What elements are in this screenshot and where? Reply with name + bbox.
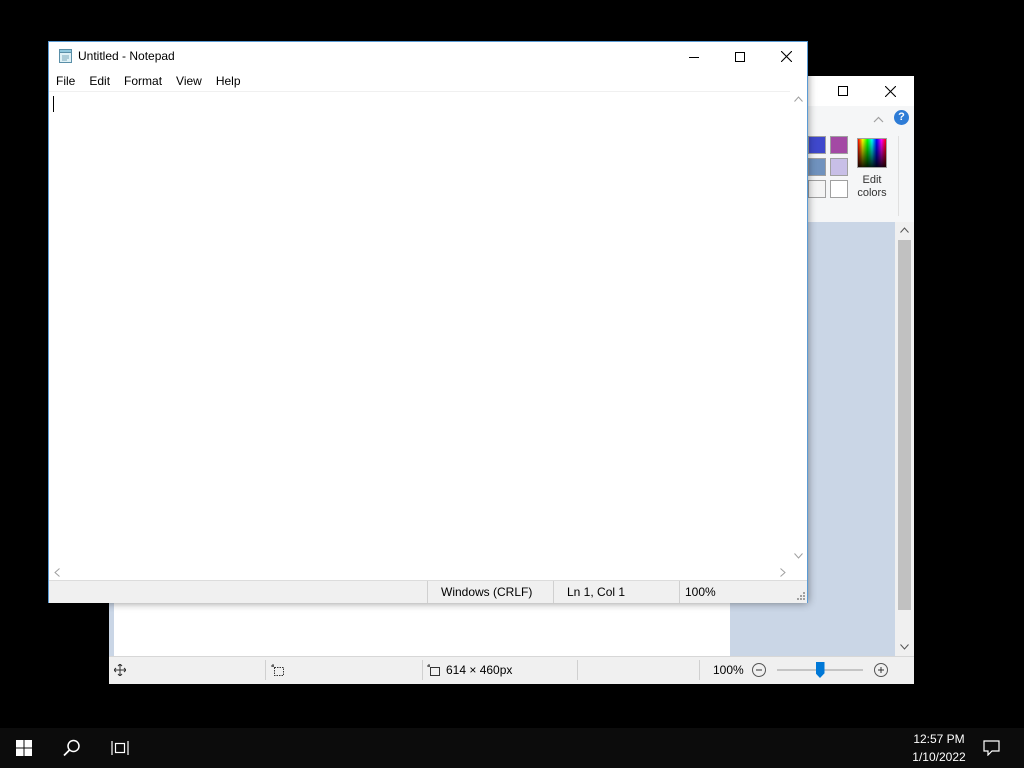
color-swatch-purple[interactable]	[830, 136, 848, 154]
paint-maximize-button[interactable]	[820, 76, 866, 106]
notepad-zoom-status: 100%	[685, 585, 716, 599]
statusbar-separator	[679, 581, 680, 603]
notepad-close-button[interactable]	[763, 42, 809, 71]
collapse-ribbon-chevron[interactable]	[873, 112, 884, 126]
minimize-icon	[689, 56, 699, 58]
line-ending-status: Windows (CRLF)	[441, 585, 533, 599]
close-icon	[780, 51, 792, 62]
notepad-title: Untitled - Notepad	[78, 49, 175, 63]
image-size-label: 614 × 460px	[446, 663, 513, 677]
scroll-left-arrow-icon[interactable]	[54, 568, 60, 577]
scroll-down-arrow-icon[interactable]	[794, 553, 803, 559]
statusbar-separator	[265, 660, 266, 680]
help-icon[interactable]: ?	[894, 110, 909, 125]
edit-colors-label: Edit colors	[857, 174, 887, 199]
color-swatch-blue[interactable]	[808, 136, 826, 154]
paint-canvas[interactable]	[114, 603, 730, 656]
paint-vertical-scroll-thumb[interactable]	[898, 240, 911, 610]
paint-close-button[interactable]	[867, 76, 913, 106]
menu-format[interactable]: Format	[117, 71, 169, 91]
color-swatch-white[interactable]	[830, 180, 848, 198]
color-swatch-steel-blue[interactable]	[808, 158, 826, 176]
image-size-icon	[427, 664, 440, 676]
zoom-in-button[interactable]	[874, 663, 888, 677]
task-view-icon	[111, 741, 129, 755]
ribbon-divider	[898, 136, 899, 216]
cursor-position-icon	[114, 664, 126, 676]
menu-edit[interactable]: Edit	[82, 71, 117, 91]
statusbar-separator	[427, 581, 428, 603]
color-swatch-lavender[interactable]	[830, 158, 848, 176]
zoom-slider-thumb[interactable]	[815, 662, 825, 678]
notepad-menubar: File Edit Format View Help	[49, 71, 807, 91]
search-button[interactable]	[48, 728, 96, 768]
paint-zoom-level: 100%	[713, 663, 744, 677]
notepad-titlebar[interactable]: Untitled - Notepad	[49, 42, 807, 71]
maximize-icon	[735, 51, 745, 62]
menu-view[interactable]: View	[169, 71, 209, 91]
cursor-position-status: Ln 1, Col 1	[567, 585, 626, 599]
start-button[interactable]	[0, 728, 48, 768]
color-spectrum-icon	[857, 138, 887, 168]
scroll-up-arrow-icon[interactable]	[794, 96, 803, 102]
paint-vertical-scrollbar[interactable]	[895, 222, 914, 656]
notepad-statusbar: Windows (CRLF) Ln 1, Col 1 100%	[49, 580, 807, 603]
scroll-down-arrow-icon[interactable]	[900, 644, 909, 650]
menu-help[interactable]: Help	[209, 71, 248, 91]
notepad-horizontal-scrollbar[interactable]	[49, 565, 790, 580]
notepad-minimize-button[interactable]	[671, 42, 717, 71]
text-caret	[53, 96, 54, 112]
resize-grip-icon[interactable]	[796, 591, 805, 600]
close-icon	[884, 85, 896, 97]
plus-icon	[878, 667, 884, 673]
statusbar-separator	[553, 581, 554, 603]
minus-icon	[756, 669, 762, 671]
windows-logo-icon	[16, 740, 32, 756]
menu-file[interactable]: File	[49, 71, 82, 91]
scroll-up-arrow-icon[interactable]	[900, 227, 909, 233]
paint-statusbar: 614 × 460px 100%	[109, 656, 914, 684]
notepad-maximize-button[interactable]	[717, 42, 763, 71]
edit-colors-button[interactable]: Edit colors	[853, 136, 891, 204]
color-swatch-light-gray[interactable]	[808, 180, 826, 198]
search-icon	[63, 739, 80, 757]
scroll-right-arrow-icon[interactable]	[780, 568, 786, 577]
notepad-window: Untitled - Notepad File Edit Format View…	[48, 41, 808, 603]
action-center-button[interactable]	[968, 728, 1014, 768]
zoom-out-button[interactable]	[752, 663, 766, 677]
chevron-up-icon	[873, 116, 884, 123]
selection-size-icon	[271, 664, 284, 676]
scrollbar-corner	[790, 565, 807, 580]
notepad-vertical-scrollbar[interactable]	[790, 91, 807, 565]
notepad-text-area[interactable]	[49, 91, 790, 566]
statusbar-separator	[422, 660, 423, 680]
task-view-button[interactable]	[96, 728, 144, 768]
statusbar-separator	[699, 660, 700, 680]
notifications-icon	[982, 740, 1000, 756]
maximize-icon	[838, 86, 848, 96]
taskbar: 12:57 PM 1/10/2022	[0, 728, 1024, 768]
notepad-app-icon	[59, 49, 72, 63]
statusbar-separator	[577, 660, 578, 680]
